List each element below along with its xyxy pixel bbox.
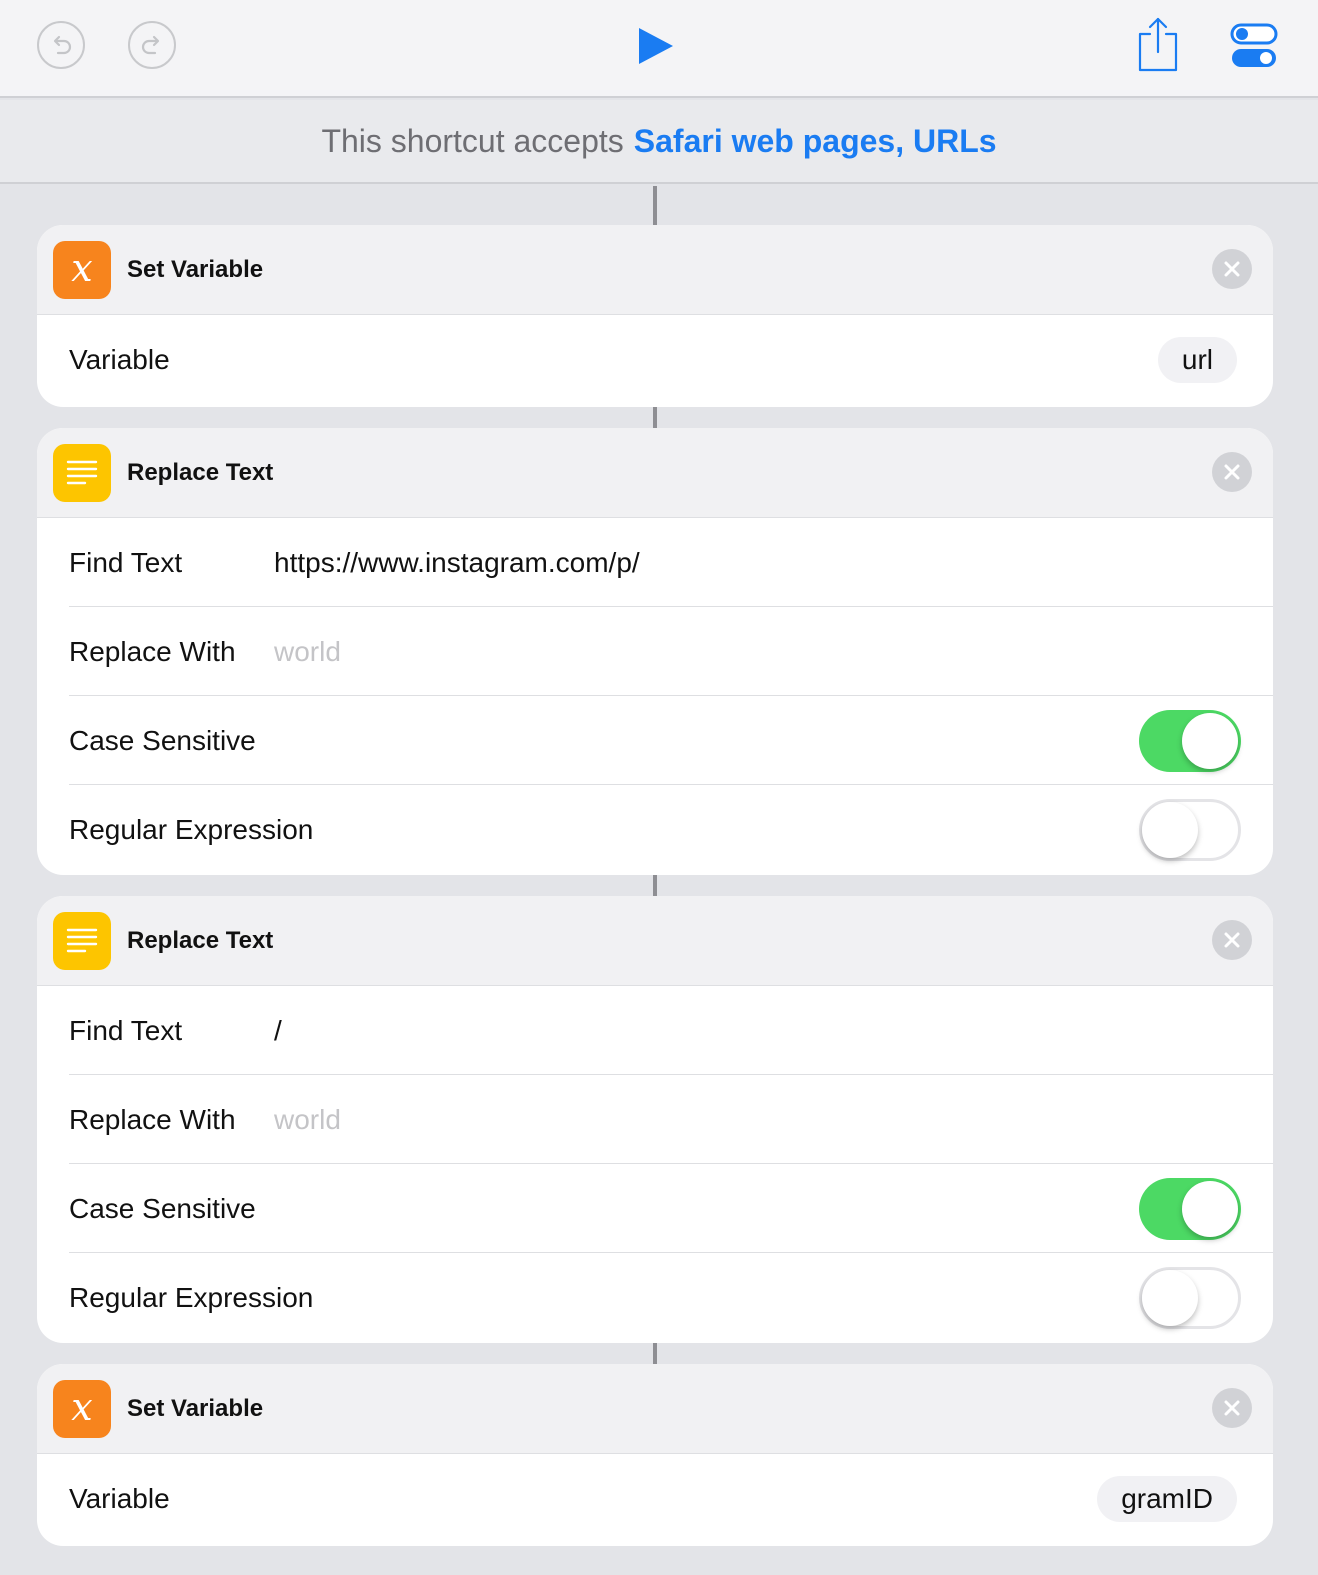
variable-row: Variable gramID <box>37 1454 1273 1543</box>
replace-with-field[interactable]: world <box>274 636 341 668</box>
regular-expression-row: Regular Expression <box>37 1253 1273 1342</box>
toggle-settings-icon <box>1230 23 1278 67</box>
replace-with-row: Replace With world <box>37 1075 1273 1164</box>
replace-text-action: Replace Text Find Text / Replace With wo… <box>37 896 1273 1343</box>
flow-connector <box>653 1343 657 1364</box>
find-text-field[interactable]: / <box>274 1015 282 1047</box>
find-text-label: Find Text <box>69 1014 183 1046</box>
find-text-row: Find Text / <box>37 986 1273 1075</box>
redo-button[interactable] <box>128 21 176 69</box>
text-icon <box>53 912 111 970</box>
remove-action-button[interactable] <box>1212 920 1252 960</box>
variable-row: Variable url <box>37 315 1273 404</box>
replace-with-row: Replace With world <box>37 607 1273 696</box>
action-header[interactable]: Replace Text <box>37 428 1273 518</box>
share-icon <box>1138 17 1178 72</box>
action-header[interactable]: Replace Text <box>37 896 1273 986</box>
variable-name-field[interactable]: url <box>1157 336 1237 383</box>
variable-label: Variable <box>69 343 170 375</box>
variable-icon: x <box>53 1380 111 1438</box>
variable-name-field[interactable]: gramID <box>1097 1475 1237 1522</box>
remove-action-button[interactable] <box>1212 249 1252 289</box>
play-button[interactable] <box>636 26 676 66</box>
accepted-types-link[interactable]: Safari web pages, URLs <box>634 123 997 160</box>
close-icon <box>1224 261 1240 277</box>
action-header[interactable]: x Set Variable <box>37 225 1273 315</box>
settings-button[interactable] <box>1230 22 1278 70</box>
case-sensitive-row: Case Sensitive <box>37 696 1273 785</box>
close-icon <box>1224 464 1240 480</box>
replace-with-field[interactable]: world <box>274 1104 341 1136</box>
case-sensitive-label: Case Sensitive <box>69 1192 256 1224</box>
regular-expression-label: Regular Expression <box>69 813 314 845</box>
regular-expression-row: Regular Expression <box>37 785 1273 874</box>
regular-expression-label: Regular Expression <box>69 1281 314 1313</box>
find-text-row: Find Text https://www.instagram.com/p/ <box>37 518 1273 607</box>
play-icon <box>639 28 673 64</box>
remove-action-button[interactable] <box>1212 452 1252 492</box>
toggle-knob <box>1142 801 1198 858</box>
set-variable-action: x Set Variable Variable url <box>37 225 1273 407</box>
case-sensitive-label: Case Sensitive <box>69 724 256 756</box>
find-text-label: Find Text <box>69 546 183 578</box>
remove-action-button[interactable] <box>1212 1388 1252 1428</box>
toggle-knob <box>1182 712 1238 769</box>
accepts-prefix: This shortcut accepts <box>321 122 624 159</box>
toggle-knob <box>1142 1269 1198 1326</box>
find-text-field[interactable]: https://www.instagram.com/p/ <box>274 547 640 579</box>
case-sensitive-row: Case Sensitive <box>37 1164 1273 1253</box>
action-title: Replace Text <box>127 459 274 486</box>
set-variable-action: x Set Variable Variable gramID <box>37 1364 1273 1546</box>
flow-connector <box>653 875 657 896</box>
case-sensitive-toggle[interactable] <box>1139 709 1241 772</box>
replace-text-action: Replace Text Find Text https://www.insta… <box>37 428 1273 875</box>
redo-icon <box>141 35 160 55</box>
case-sensitive-toggle[interactable] <box>1139 1177 1241 1240</box>
action-title: Set Variable <box>127 1395 264 1422</box>
share-button[interactable] <box>1136 16 1180 74</box>
close-icon <box>1224 932 1240 948</box>
replace-with-label: Replace With <box>69 1103 236 1135</box>
toggle-knob <box>1182 1180 1238 1237</box>
input-types-banner: This shortcut accepts Safari web pages, … <box>0 100 1318 184</box>
toolbar <box>0 0 1318 98</box>
action-header[interactable]: x Set Variable <box>37 1364 1273 1454</box>
undo-icon <box>53 35 72 55</box>
variable-label: Variable <box>69 1482 170 1514</box>
regular-expression-toggle[interactable] <box>1139 1266 1241 1329</box>
close-icon <box>1224 1400 1240 1416</box>
flow-connector <box>653 407 657 428</box>
action-title: Replace Text <box>127 927 274 954</box>
regular-expression-toggle[interactable] <box>1139 798 1241 861</box>
text-icon <box>53 444 111 502</box>
flow-connector <box>653 186 657 225</box>
action-title: Set Variable <box>127 256 264 283</box>
undo-button[interactable] <box>37 21 85 69</box>
variable-icon: x <box>53 241 111 299</box>
replace-with-label: Replace With <box>69 635 236 667</box>
